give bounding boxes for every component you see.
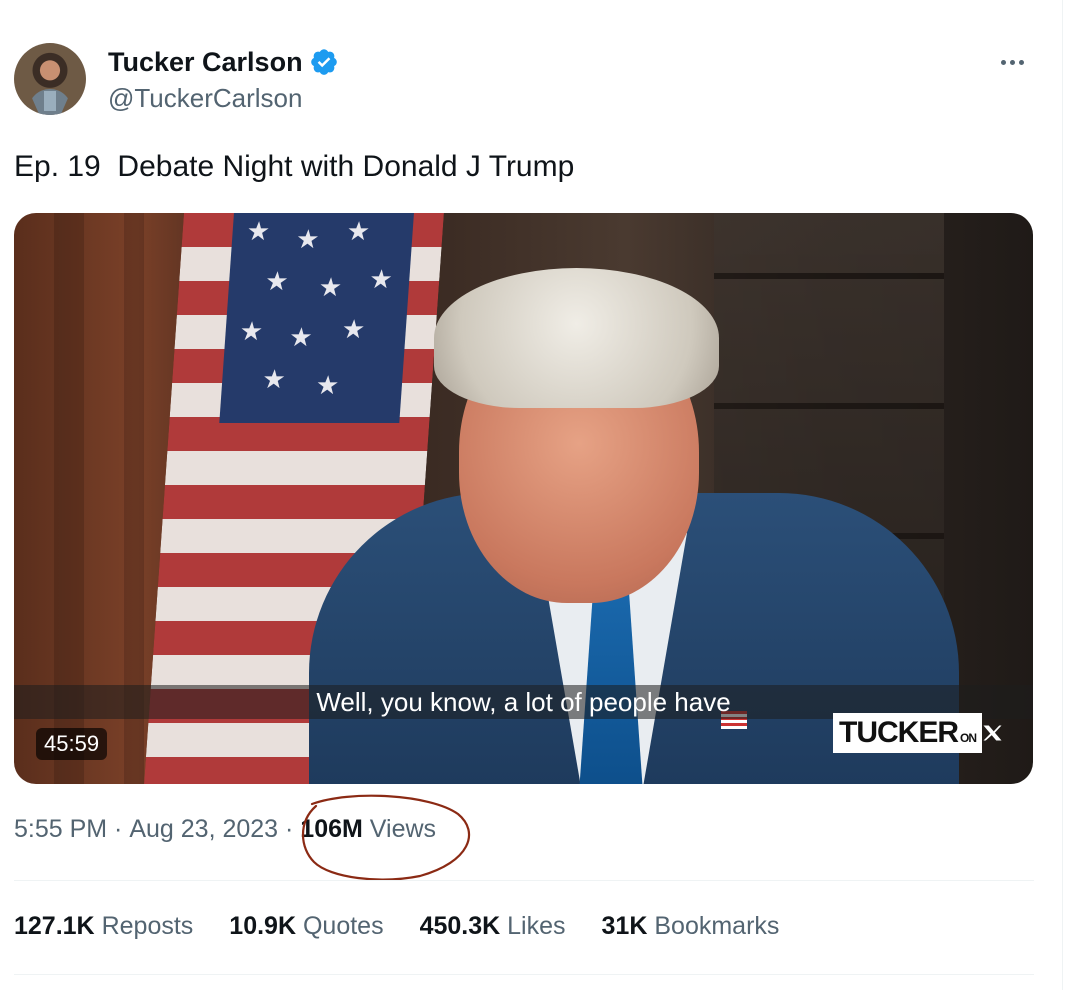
- stat-label: Likes: [507, 912, 566, 940]
- stat-count: 127.1K: [14, 912, 95, 940]
- tweet-date[interactable]: Aug 23, 2023: [129, 815, 278, 844]
- stat-bookmarks[interactable]: 31K Bookmarks: [602, 912, 780, 941]
- engagement-stats: 127.1K Reposts 10.9K Quotes 450.3K Likes…: [14, 912, 779, 941]
- divider: [14, 880, 1034, 881]
- flag-star: ★: [264, 267, 290, 297]
- tweet-time[interactable]: 5:55 PM: [14, 815, 107, 844]
- meta-separator: ·: [107, 815, 130, 843]
- stat-count: 10.9K: [229, 912, 297, 940]
- stat-label: Quotes: [302, 912, 384, 940]
- x-logo-icon: [983, 725, 1002, 741]
- logo-on: ON: [960, 731, 977, 745]
- flag-star: ★: [295, 225, 321, 255]
- flag-star: ★: [261, 365, 287, 395]
- stat-count: 31K: [601, 912, 648, 940]
- author-handle[interactable]: @TuckerCarlson: [108, 83, 339, 114]
- hand-drawn-circle-annotation: [302, 794, 471, 881]
- video-player[interactable]: ★ ★ ★ ★ ★ ★ ★ ★ ★ ★ ★ Well, you know, a …: [14, 213, 1033, 784]
- logo-wordmark: TUCKER ON: [833, 713, 982, 753]
- author-name[interactable]: Tucker Carlson: [108, 47, 303, 78]
- flag-star: ★: [345, 217, 371, 247]
- tweet-text: Ep. 19 Debate Night with Donald J Trump: [14, 150, 575, 183]
- verified-badge-icon: [310, 49, 337, 75]
- stat-count: 450.3K: [419, 912, 501, 940]
- tucker-on-x-logo: TUCKER ON: [833, 711, 1003, 755]
- stat-label: Bookmarks: [654, 912, 780, 940]
- stat-quotes[interactable]: 10.9K Quotes: [229, 912, 383, 941]
- stat-label: Reposts: [101, 912, 194, 940]
- stat-likes[interactable]: 450.3K Likes: [420, 912, 566, 941]
- flag-star: ★: [238, 317, 265, 347]
- more-options-icon[interactable]: [992, 47, 1032, 77]
- author-name-row: Tucker Carlson: [108, 45, 339, 79]
- flag-star: ★: [245, 217, 271, 247]
- video-duration: 45:59: [36, 728, 108, 760]
- tweet-header: Tucker Carlson @TuckerCarlson: [14, 43, 1044, 115]
- right-border: [1062, 0, 1063, 990]
- more-dot: [1009, 59, 1015, 65]
- author-block[interactable]: Tucker Carlson @TuckerCarlson: [108, 45, 339, 114]
- more-dot: [1018, 59, 1024, 65]
- divider: [14, 974, 1034, 975]
- logo-tucker: TUCKER: [839, 716, 959, 749]
- stat-reposts[interactable]: 127.1K Reposts: [14, 912, 193, 941]
- avatar-collar: [44, 91, 56, 111]
- more-dot: [1000, 59, 1006, 65]
- hair: [434, 268, 719, 408]
- avatar[interactable]: [14, 43, 86, 115]
